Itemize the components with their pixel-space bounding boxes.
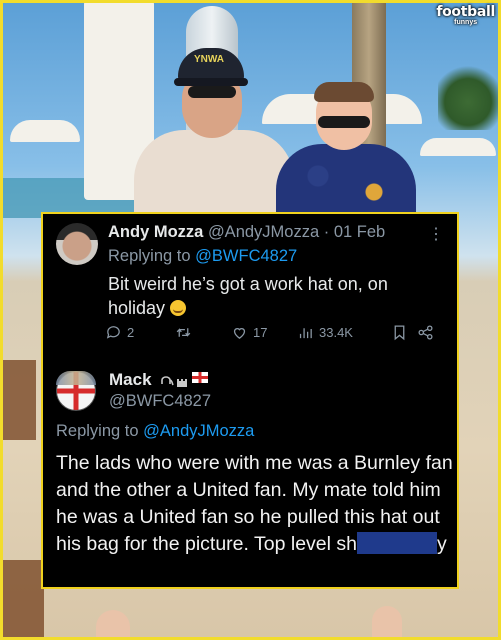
- tweet-thread-card: Andy Mozza @AndyJMozza · 01 Feb ⋮ Replyi…: [41, 212, 459, 589]
- handle[interactable]: @BWFC4827: [109, 392, 211, 411]
- logo-line2: funnys: [454, 19, 478, 26]
- share-icon: [418, 325, 433, 340]
- reply-icon: [106, 326, 120, 339]
- share-button[interactable]: [417, 324, 434, 341]
- like-button[interactable]: 17: [231, 324, 267, 341]
- tweet-text-tail: y: [436, 533, 447, 555]
- football-funnys-logo: football funnys: [436, 5, 495, 26]
- heart-icon: [233, 328, 246, 339]
- replying-to: Replying to @AndyJMozza: [56, 422, 254, 441]
- tweet-text: Bit weird he’s got a work hat on, on hol…: [108, 272, 428, 320]
- replying-to: Replying to @BWFC4827: [108, 247, 297, 266]
- replying-prefix: Replying to: [56, 422, 139, 440]
- avatar[interactable]: [56, 223, 98, 265]
- tweet-text-line1: Bit weird he’s got a work hat on, on: [108, 274, 388, 294]
- bookmark-button[interactable]: [391, 324, 408, 341]
- display-name-row: Mack: [109, 370, 209, 390]
- replying-prefix: Replying to: [108, 247, 191, 265]
- views-icon: [299, 328, 312, 339]
- more-options-icon[interactable]: ⋮: [428, 224, 444, 244]
- smiling-face-emoji-icon: [170, 300, 187, 316]
- views-button[interactable]: 33.4K: [297, 324, 353, 341]
- separator: ·: [323, 223, 330, 241]
- bookmark-icon: [394, 325, 405, 341]
- reply-count: 2: [127, 325, 135, 340]
- castle-icon: [176, 372, 190, 387]
- retweet-icon: [176, 328, 191, 337]
- display-name[interactable]: Mack: [109, 370, 152, 389]
- replying-handle-link[interactable]: @AndyJMozza: [143, 422, 254, 440]
- replying-handle-link[interactable]: @BWFC4827: [195, 247, 297, 265]
- like-count: 17: [253, 325, 268, 340]
- tweet-text: The lads who were with me was a Burnley …: [56, 450, 456, 558]
- elephant-icon: [160, 372, 174, 386]
- avatar-overlay: [56, 371, 96, 385]
- views-count: 33.4K: [319, 325, 353, 340]
- display-name[interactable]: Andy Mozza: [108, 223, 203, 241]
- tweet-actions: 2 17 33.4K: [105, 324, 445, 344]
- redaction-block: [356, 532, 437, 554]
- reply-button[interactable]: 2: [105, 324, 134, 341]
- england-flag-icon: [192, 372, 209, 383]
- tweet-text-line2: holiday: [108, 298, 166, 318]
- logo-line1: football: [436, 4, 495, 20]
- handle[interactable]: @AndyJMozza: [208, 223, 319, 241]
- tweet-header: Andy Mozza @AndyJMozza · 01 Feb: [108, 223, 385, 242]
- tweet-date[interactable]: 01 Feb: [334, 223, 385, 241]
- retweet-button[interactable]: [175, 324, 197, 341]
